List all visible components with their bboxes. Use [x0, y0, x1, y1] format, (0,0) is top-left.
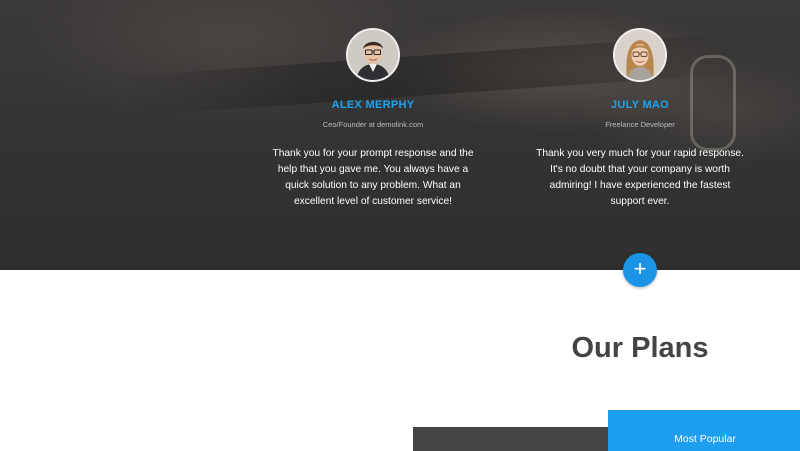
avatar-july-mao	[613, 28, 667, 82]
avatar-alex-merphy	[346, 28, 400, 82]
testimonial-role: Freelance Developer	[605, 120, 675, 129]
testimonial-role: Ceo/Founder at demolink.com	[322, 120, 424, 129]
expand-button[interactable]: +	[623, 253, 657, 287]
section-title-plans: Our Plans	[571, 332, 709, 364]
most-popular-label: Most Popular	[674, 433, 736, 445]
testimonial-quote: Thank you very much for your rapid respo…	[536, 148, 744, 207]
testimonial-name: ALEX MERPHY	[331, 99, 415, 111]
plan-card-standard	[413, 427, 613, 451]
plan-card-popular: Most Popular	[608, 410, 800, 451]
testimonial-card-alex: ALEX MERPHY Ceo/Founder at demolink.com …	[253, 28, 493, 210]
testimonial-quote: Thank you for your prompt response and t…	[272, 148, 474, 207]
testimonial-name: JULY MAO	[610, 99, 670, 111]
man-portrait-image	[348, 30, 398, 80]
testimonial-card-july: JULY MAO Freelance Developer Thank you v…	[520, 28, 760, 210]
plus-icon: +	[633, 256, 647, 281]
woman-portrait-image	[615, 30, 665, 80]
testimonials-section: ALEX MERPHY Ceo/Founder at demolink.com …	[0, 0, 800, 270]
